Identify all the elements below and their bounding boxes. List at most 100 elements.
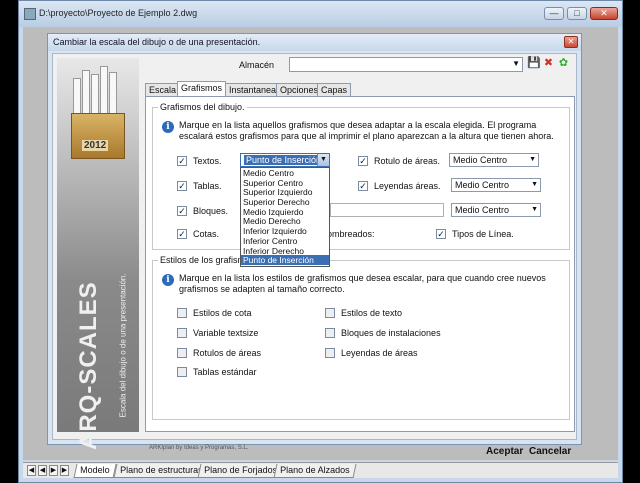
tipos-linea-label: Tipos de Línea. <box>452 229 514 239</box>
dropdown-option[interactable]: Medio Izquierdo <box>241 207 329 217</box>
chevron-down-icon: ▼ <box>531 181 538 188</box>
tab-label: Modelo <box>80 465 110 475</box>
dropdown-option[interactable]: Inferior Derecho <box>241 246 329 256</box>
cotas-label: Cotas. <box>193 229 220 239</box>
tab-capas[interactable]: Capas <box>317 83 352 96</box>
leyendas-checkbox[interactable]: ✓ <box>358 181 368 191</box>
dropdown-option[interactable]: Medio Centro <box>241 168 329 178</box>
group-description: Marque en la lista aquellos grafismos qu… <box>179 120 554 141</box>
close-window-button[interactable]: ✕ <box>590 7 618 20</box>
window-title: D:\proyecto\Proyecto de Ejemplo 2.dwg <box>39 8 198 18</box>
estilos-cota-label: Estilos de cota <box>193 308 252 318</box>
bloques-instalaciones-checkbox[interactable] <box>325 328 335 338</box>
group-description: Marque en la lista los estilos de grafis… <box>179 273 546 294</box>
tab-grafismos[interactable]: Grafismos <box>177 81 227 97</box>
almacen-select[interactable]: ▼ <box>289 57 523 72</box>
dialog-close-button[interactable]: ✕ <box>564 36 578 48</box>
prev-tab-icon[interactable]: ◀ <box>38 465 47 476</box>
bloques-combo[interactable]: Medio Centro ▼ <box>451 203 541 217</box>
position-dropdown-list: Medio Centro Superior Centro Superior Iz… <box>240 167 330 267</box>
estilos-texto-label: Estilos de texto <box>341 308 403 318</box>
textos-combo[interactable]: Punto de Inserción ▼ <box>240 153 330 167</box>
textos-combo-value: Punto de Inserción <box>244 155 324 165</box>
info-icon: i <box>162 274 174 286</box>
app-icon <box>24 8 36 20</box>
maximize-button[interactable]: □ <box>567 7 587 20</box>
settings-icon[interactable]: ✿ <box>557 57 570 70</box>
textos-checkbox[interactable]: ✓ <box>177 156 187 166</box>
tipos-linea-checkbox[interactable]: ✓ <box>436 229 446 239</box>
tab-label: Plano de Forjados <box>204 465 278 475</box>
tab-modelo[interactable]: Modelo <box>73 464 117 478</box>
variable-textsize-checkbox[interactable] <box>177 328 187 338</box>
tablas-estandar-checkbox[interactable] <box>177 367 187 377</box>
banner-title: ARQ-SCALES <box>75 281 102 450</box>
dropdown-option-selected[interactable]: Punto de Inserción <box>241 255 329 265</box>
group-label: Grafismos del dibujo. <box>158 102 247 112</box>
tablas-checkbox[interactable]: ✓ <box>177 181 187 191</box>
estilos-texto-checkbox[interactable] <box>325 308 335 318</box>
footer-note: ARKIplan by Ideas y Programas, S.L. <box>149 445 249 451</box>
rotulo-label: Rotulo de áreas. <box>374 156 441 166</box>
dropdown-option[interactable]: Medio Derecho <box>241 216 329 227</box>
rotulo-combo[interactable]: Medio Centro ▼ <box>449 153 539 167</box>
bloques-instalaciones-label: Bloques de instalaciones <box>341 328 441 338</box>
cancel-button[interactable]: Cancelar <box>529 446 571 457</box>
leyendas-areas-label: Leyendas de áreas <box>341 348 418 358</box>
dialog-title: Cambiar la escala del dibujo o de una pr… <box>53 37 261 47</box>
tablas-label: Tablas. <box>193 181 222 191</box>
rulers-graphic <box>71 66 125 116</box>
info-icon: i <box>162 121 174 133</box>
scale-dialog: Cambiar la escala del dibujo o de una pr… <box>47 33 582 457</box>
product-box-graphic: 2012 <box>71 113 125 159</box>
minimize-button[interactable]: — <box>544 7 564 20</box>
bloques-label: Bloques. <box>193 206 229 216</box>
cotas-checkbox[interactable]: ✓ <box>177 229 187 239</box>
dialog-titlebar: Cambiar la escala del dibujo o de una pr… <box>48 34 581 51</box>
chevron-down-icon: ▼ <box>529 156 536 163</box>
group-grafismos-dibujo: Grafismos del dibujo. i Marque en la lis… <box>152 102 570 267</box>
chevron-down-icon[interactable]: ▼ <box>317 154 329 166</box>
grafismos-panel: Grafismos del dibujo. i Marque en la lis… <box>145 96 575 432</box>
save-icon[interactable]: 💾 <box>527 57 541 70</box>
tab-label: Plano de estructuras <box>120 465 203 475</box>
product-year: 2012 <box>82 140 109 151</box>
leyendas-label: Leyendas áreas. <box>374 181 441 191</box>
chevron-down-icon: ▼ <box>512 59 520 68</box>
leyendas-combo[interactable]: Medio Centro ▼ <box>451 178 541 192</box>
leyendas-combo-value: Medio Centro <box>455 180 510 190</box>
chevron-down-icon: ▼ <box>531 206 538 213</box>
variable-textsize-label: Variable textsize <box>193 328 259 338</box>
dropdown-option[interactable]: Inferior Izquierdo <box>241 226 329 236</box>
rotulo-checkbox[interactable]: ✓ <box>358 156 368 166</box>
product-banner: 2012 ARQ-SCALES Escala del dibujo o de u… <box>57 58 139 450</box>
bloques-combo-value: Medio Centro <box>455 205 510 215</box>
group-estilos-grafismos: Estilos de los grafismos i Marque en la … <box>152 255 570 420</box>
next-tab-icon[interactable]: ▶ <box>49 465 58 476</box>
leyendas-areas-checkbox[interactable] <box>325 348 335 358</box>
tab-plano-estructuras[interactable]: Plano de estructuras <box>113 464 210 478</box>
bloques-text-input[interactable] <box>330 203 444 217</box>
dropdown-option[interactable]: Superior Centro <box>241 178 329 188</box>
tab-escala[interactable]: Escala <box>145 83 181 96</box>
dropdown-option[interactable]: Superior Izquierdo <box>241 187 329 198</box>
layout-tabs-bar: ◀ ◀ ▶ ▶ Modelo Plano de estructuras Plan… <box>23 462 618 478</box>
delete-icon[interactable]: ✖ <box>542 57 555 70</box>
tablas-estandar-label: Tablas estándar <box>193 367 257 377</box>
dropdown-option[interactable]: Superior Derecho <box>241 197 329 207</box>
bloques-checkbox[interactable]: ✓ <box>177 206 187 216</box>
rotulos-areas-checkbox[interactable] <box>177 348 187 358</box>
last-tab-icon[interactable]: ▶ <box>60 465 69 476</box>
banner-subtitle: Escala del dibujo o de una presentación. <box>118 273 128 418</box>
tab-plano-forjados[interactable]: Plano de Forjados <box>197 464 284 478</box>
dropdown-option[interactable]: Inferior Centro <box>241 236 329 246</box>
estilos-cota-checkbox[interactable] <box>177 308 187 318</box>
first-tab-icon[interactable]: ◀ <box>27 465 36 476</box>
rotulo-combo-value: Medio Centro <box>453 155 508 165</box>
textos-label: Textos. <box>193 156 222 166</box>
tab-opciones[interactable]: Opciones <box>276 83 323 96</box>
window-titlebar: D:\proyecto\Proyecto de Ejemplo 2.dwg — … <box>19 1 622 27</box>
tab-plano-alzados[interactable]: Plano de Alzados <box>273 464 357 478</box>
accept-button[interactable]: Aceptar <box>486 446 523 457</box>
tab-label: Plano de Alzados <box>280 465 350 475</box>
